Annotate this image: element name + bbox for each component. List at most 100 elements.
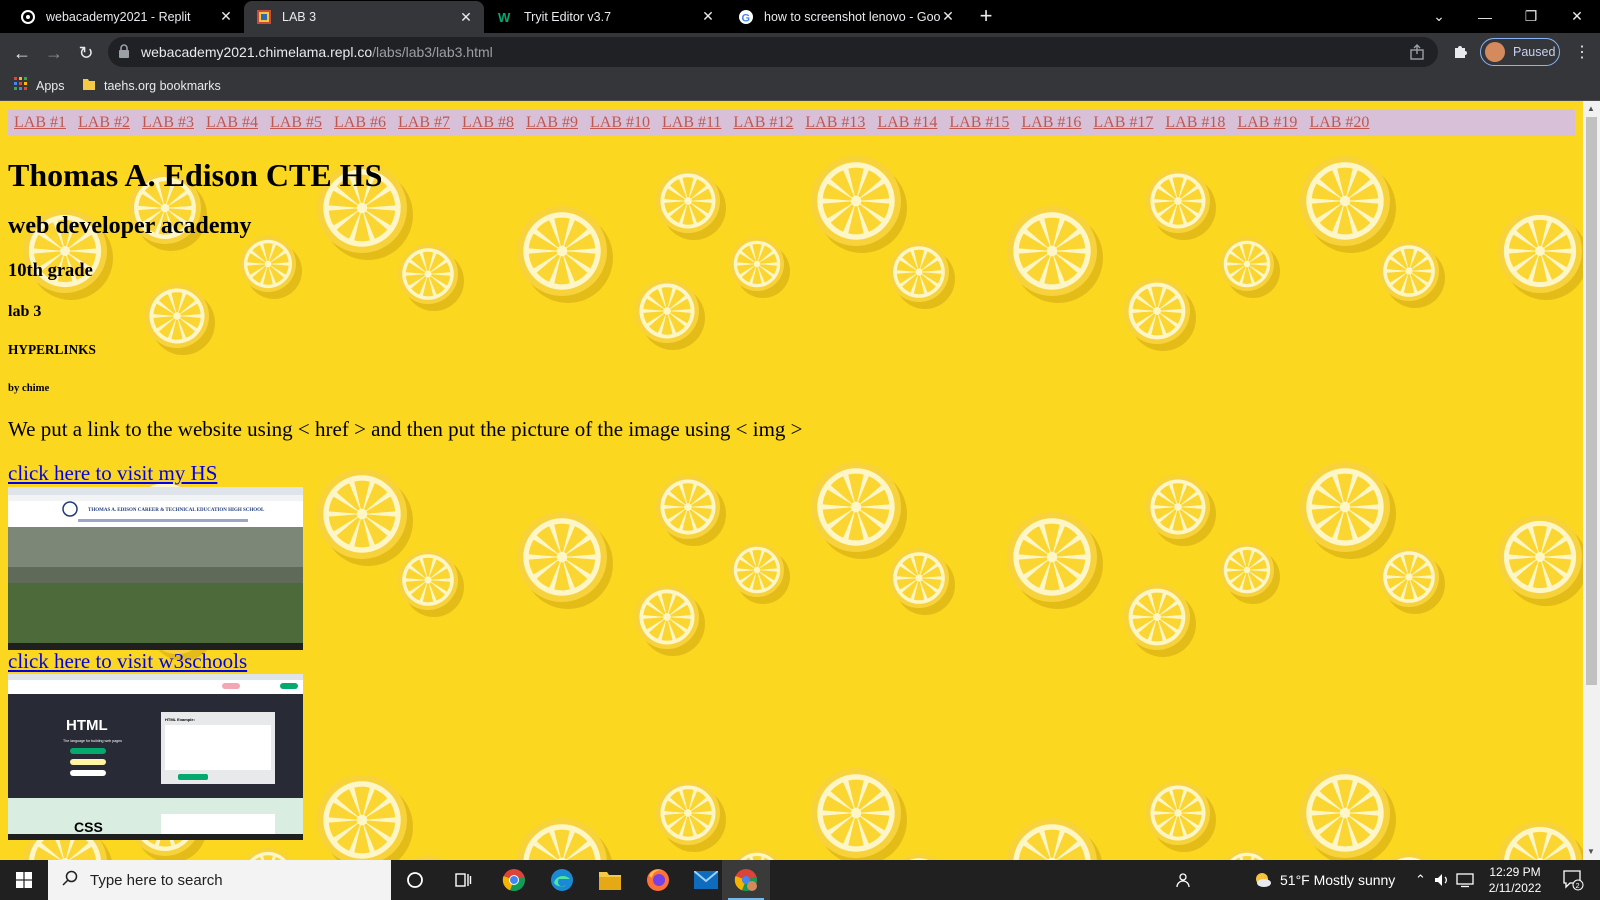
lemon-slice [656, 169, 726, 240]
close-tab-icon[interactable]: ✕ [700, 8, 716, 25]
network-icon[interactable] [1456, 860, 1474, 900]
page-scrollbar[interactable]: ▲ ▼ [1583, 101, 1600, 860]
bookmark-taehs[interactable]: taehs.org bookmarks [82, 77, 221, 94]
scrollbar-thumb[interactable] [1586, 117, 1597, 685]
page-viewport: LAB #1 LAB #2 LAB #3 LAB #4 LAB #5 LAB #6 LAB … [0, 101, 1583, 860]
heading-lab: lab 3 [8, 303, 42, 320]
hs-website-screenshot[interactable]: THOMAS A. EDISON CAREER & TECHNICAL EDUC… [8, 487, 303, 650]
bookmark-apps[interactable]: Apps [14, 77, 65, 94]
lemon-slice [145, 284, 215, 355]
close-tab-icon[interactable]: ✕ [940, 8, 956, 25]
lab-link-2[interactable]: LAB #2 [78, 114, 130, 132]
page-favicon-icon [256, 9, 272, 25]
file-explorer-icon[interactable] [586, 860, 634, 900]
show-hidden-icons-chevron-icon[interactable]: ⌃ [1415, 860, 1426, 900]
volume-icon[interactable] [1434, 860, 1450, 900]
bookmarks-bar: Apps taehs.org bookmarks [0, 71, 1600, 101]
lab-link-4[interactable]: LAB #4 [206, 114, 258, 132]
lemon-slice [1300, 768, 1396, 860]
heading-author: by chime [8, 382, 50, 394]
scroll-down-arrow-icon[interactable]: ▼ [1587, 847, 1595, 856]
edge-icon[interactable] [538, 860, 586, 900]
close-tab-icon[interactable]: ✕ [218, 8, 234, 25]
lemon-slice [1379, 547, 1445, 614]
menu-kebab-icon[interactable]: ⋮ [1574, 42, 1590, 62]
lemon-slice [517, 206, 613, 303]
lab-link-13[interactable]: LAB #13 [805, 114, 865, 132]
back-arrow-icon[interactable]: ← [10, 41, 34, 65]
extensions-puzzle-icon[interactable] [1452, 42, 1470, 60]
task-view-icon[interactable] [439, 860, 487, 900]
lemon-slice [730, 543, 790, 604]
w3schools-icon: W [498, 9, 514, 25]
lemon-slice [517, 512, 613, 609]
w3schools-screenshot[interactable]: HTML The language for building web pages… [8, 674, 303, 840]
lab-link-11[interactable]: LAB #11 [662, 114, 721, 132]
tab-tryit[interactable]: W Tryit Editor v3.7 ✕ [486, 0, 726, 33]
link-visit-hs[interactable]: click here to visit my HS [8, 461, 217, 486]
lemon-slice [1146, 475, 1216, 546]
lemon-slice [1498, 515, 1583, 606]
svg-text:2: 2 [1576, 883, 1580, 890]
tab-replit[interactable]: webacademy2021 - Replit ✕ [8, 0, 244, 33]
lab-link-8[interactable]: LAB #8 [462, 114, 514, 132]
lab-link-17[interactable]: LAB #17 [1093, 114, 1153, 132]
lab-link-19[interactable]: LAB #19 [1237, 114, 1297, 132]
lab-link-15[interactable]: LAB #15 [949, 114, 1009, 132]
tab-search-chevron-icon[interactable]: ⌄ [1416, 0, 1462, 33]
lab-link-3[interactable]: LAB #3 [142, 114, 194, 132]
lab-link-5[interactable]: LAB #5 [270, 114, 322, 132]
address-bar[interactable]: webacademy2021.chimelama.repl.co/labs/la… [108, 37, 1438, 67]
taskbar-search-input[interactable]: Type here to search [48, 860, 391, 900]
firefox-icon[interactable] [634, 860, 682, 900]
lab-link-9[interactable]: LAB #9 [526, 114, 578, 132]
lab-link-7[interactable]: LAB #7 [398, 114, 450, 132]
lemon-slice [1300, 156, 1396, 253]
restore-icon[interactable]: ❐ [1508, 0, 1554, 33]
lab-link-16[interactable]: LAB #16 [1021, 114, 1081, 132]
taskbar-clock[interactable]: 12:29 PM 2/11/2022 [1480, 864, 1550, 896]
svg-text:CSS: CSS [74, 819, 103, 835]
lab-link-6[interactable]: LAB #6 [334, 114, 386, 132]
link-visit-w3schools[interactable]: click here to visit w3schools [8, 649, 247, 674]
lab-link-14[interactable]: LAB #14 [877, 114, 937, 132]
scroll-up-arrow-icon[interactable]: ▲ [1587, 104, 1595, 113]
replit-icon [20, 9, 36, 25]
tab-google[interactable]: G how to screenshot lenovo - Goog ✕ [726, 0, 966, 33]
close-window-icon[interactable]: ✕ [1554, 0, 1600, 33]
windows-start-icon[interactable] [0, 860, 48, 900]
url-text: webacademy2021.chimelama.repl.co/labs/la… [141, 44, 493, 60]
lab-link-1[interactable]: LAB #1 [14, 114, 66, 132]
lab-link-20[interactable]: LAB #20 [1309, 114, 1369, 132]
lemon-slice [730, 237, 790, 298]
tab-title: Tryit Editor v3.7 [524, 9, 612, 24]
lemon-slice [1220, 237, 1280, 298]
lab-link-10[interactable]: LAB #10 [590, 114, 650, 132]
cortana-icon[interactable] [391, 860, 439, 900]
forward-arrow-icon[interactable]: → [42, 41, 66, 65]
close-tab-icon[interactable]: ✕ [458, 9, 474, 25]
svg-text:HTML Example:: HTML Example: [165, 717, 195, 722]
share-icon[interactable] [1408, 43, 1426, 61]
new-tab-plus-icon[interactable]: + [975, 5, 997, 28]
chrome-profile-app-icon[interactable] [722, 860, 770, 900]
profile-button[interactable]: Paused [1480, 38, 1560, 66]
weather-widget[interactable]: 51°F Mostly sunny [1252, 860, 1395, 900]
people-icon[interactable] [1176, 860, 1192, 900]
reload-icon[interactable]: ↻ [74, 41, 98, 65]
notifications-icon[interactable]: 2 [1562, 860, 1584, 900]
svg-text:THOMAS A. EDISON CAREER & TECH: THOMAS A. EDISON CAREER & TECHNICAL EDUC… [88, 508, 265, 513]
minimize-icon[interactable]: — [1462, 0, 1508, 33]
lemon-slice [398, 244, 464, 311]
bookmark-label: Apps [36, 78, 65, 93]
profile-status: Paused [1513, 45, 1556, 59]
lab-link-18[interactable]: LAB #18 [1165, 114, 1225, 132]
lemon-slice [1007, 206, 1103, 303]
chrome-icon[interactable] [490, 860, 538, 900]
lemon-slice [1124, 278, 1196, 351]
lab-link-12[interactable]: LAB #12 [733, 114, 793, 132]
lemon-slice [1007, 512, 1103, 609]
tab-lab3[interactable]: LAB 3 ✕ [244, 1, 484, 33]
lemon-slice [1498, 821, 1583, 860]
svg-text:G: G [742, 12, 751, 24]
